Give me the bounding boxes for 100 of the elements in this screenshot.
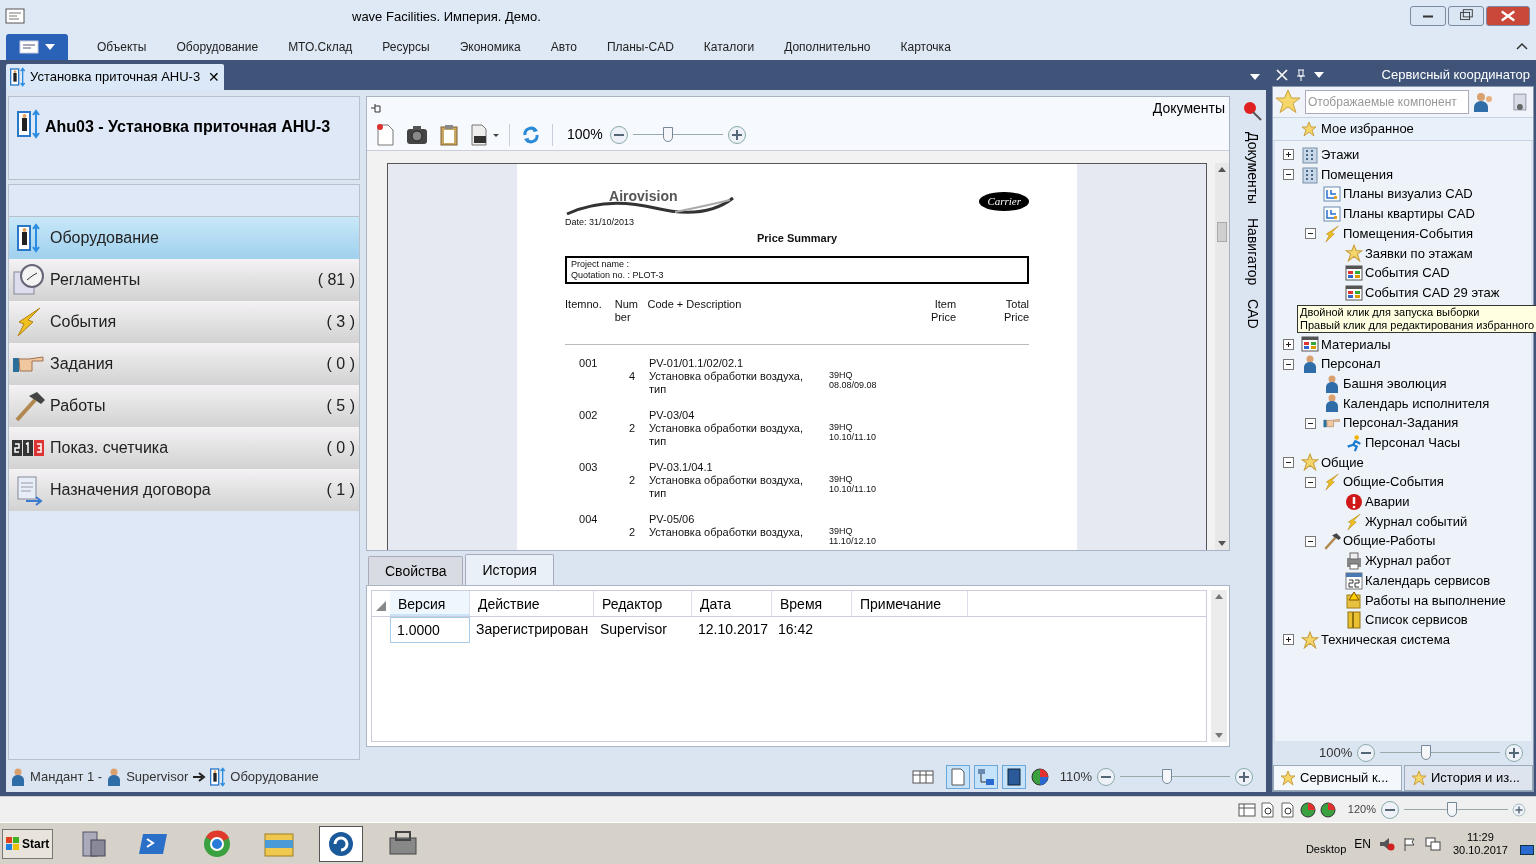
close-tab-button[interactable]: ✕ <box>208 66 221 88</box>
column-header[interactable]: Действие <box>470 591 594 616</box>
tab[interactable]: История <box>465 554 554 585</box>
column-header[interactable]: Время <box>772 591 852 616</box>
menu-item[interactable]: Ресурсы <box>367 38 445 56</box>
scrollbar[interactable] <box>1211 590 1227 742</box>
zoom-out-button[interactable] <box>608 124 629 145</box>
tree-item[interactable]: Планы визуализ CAD <box>1275 184 1531 205</box>
menu-item[interactable]: МТО.Склад <box>273 38 368 56</box>
search-field[interactable]: Отображаемые компонент <box>1305 90 1470 114</box>
collapse-icon[interactable] <box>1305 476 1316 488</box>
tree-item[interactable]: Работы на выполнение <box>1275 590 1531 611</box>
tree-item[interactable]: Персонал <box>1275 354 1531 374</box>
collapse-icon[interactable] <box>1305 228 1316 240</box>
tab[interactable]: История и из... <box>1404 765 1533 791</box>
collapse-icon[interactable] <box>1283 358 1294 370</box>
menu-item[interactable]: Дополнительно <box>769 38 886 56</box>
zoom-slider[interactable] <box>1380 745 1501 761</box>
tree-item[interactable]: Заявки по этажам <box>1275 243 1531 264</box>
start-button[interactable]: Start <box>2 828 54 859</box>
clock[interactable]: 11:29 30.10.2017 <box>1448 830 1512 857</box>
color-wheel-icon[interactable] <box>1029 767 1050 787</box>
tree-item[interactable]: Календарь сервисов <box>1275 570 1531 591</box>
tab[interactable]: Свойства <box>368 556 464 585</box>
zoom-out-button[interactable] <box>1356 743 1377 763</box>
breadcrumb-item[interactable]: Supervisor <box>126 767 189 787</box>
menu-item[interactable]: Каталоги <box>688 38 770 56</box>
column-header[interactable]: Примечание <box>852 591 968 616</box>
zoom-slider[interactable] <box>1120 769 1230 785</box>
tree-item[interactable]: Список сервисов <box>1275 610 1531 630</box>
collapse-ribbon-icon[interactable] <box>1516 42 1528 50</box>
menu-item[interactable]: Объекты <box>82 38 162 56</box>
flag-icon[interactable] <box>1402 836 1417 851</box>
navigation-item[interactable]: Работы ( 5 ) <box>9 385 359 427</box>
zoom-page-icon[interactable] <box>1279 801 1296 818</box>
expand-icon[interactable] <box>1283 338 1294 350</box>
tree-item[interactable]: Планы квартиры CAD <box>1275 204 1531 224</box>
dropdown-icon[interactable] <box>1250 74 1260 80</box>
expand-icon[interactable] <box>1283 634 1294 646</box>
network-icon[interactable] <box>1424 836 1441 851</box>
tree-item[interactable]: Календарь исполнителя <box>1275 393 1531 414</box>
book-view-button[interactable] <box>1001 765 1026 789</box>
table-view-icon[interactable] <box>1237 802 1256 817</box>
dropdown-icon[interactable] <box>1314 72 1324 78</box>
favorites-item[interactable]: Мое избранное <box>1273 117 1533 141</box>
scroll-down-icon[interactable] <box>1214 732 1224 740</box>
slider-thumb[interactable] <box>1447 801 1458 817</box>
application-menu-button[interactable] <box>6 34 68 60</box>
pin-icon[interactable] <box>1241 100 1263 122</box>
show-desktop-button[interactable] <box>1520 844 1534 855</box>
slider-thumb[interactable] <box>1420 745 1431 760</box>
navigation-item[interactable]: Назначения договора ( 1 ) <box>9 469 359 511</box>
scroll-up-icon[interactable] <box>1217 165 1228 173</box>
navigation-item[interactable]: Регламенты ( 81 ) <box>9 259 359 301</box>
collapse-icon[interactable] <box>1305 535 1316 547</box>
desktop-toolbar-label[interactable]: Desktop <box>1305 841 1347 858</box>
pin-icon[interactable] <box>1296 69 1306 81</box>
navigation-item[interactable]: Оборудование <box>9 217 359 259</box>
breadcrumb-item[interactable]: Мандант 1 - <box>30 767 103 787</box>
camera-icon[interactable] <box>405 123 429 146</box>
breadcrumb-item[interactable]: Оборудование <box>230 767 319 787</box>
zoom-in-button[interactable] <box>726 124 747 145</box>
favorites-star-icon[interactable] <box>1275 89 1301 115</box>
table-view-icon[interactable] <box>911 769 934 785</box>
zoom-in-button[interactable] <box>1234 767 1254 787</box>
tree-item[interactable]: Общие-Работы <box>1275 531 1531 552</box>
close-icon[interactable] <box>1276 69 1288 81</box>
tree-item[interactable]: События CAD 29 этаж <box>1275 282 1531 303</box>
taskbar-app-button[interactable] <box>319 825 364 862</box>
color-wheel-icon[interactable] <box>1299 801 1316 818</box>
menu-item[interactable]: Оборудование <box>161 38 274 56</box>
zoom-out-button[interactable] <box>1380 799 1400 820</box>
scanner-dropdown-icon[interactable] <box>469 123 499 146</box>
scrollbar-thumb[interactable] <box>1217 221 1228 242</box>
speaker-muted-icon[interactable] <box>1378 836 1395 851</box>
scroll-up-icon[interactable] <box>1214 592 1224 600</box>
zoom-slider[interactable] <box>632 126 723 143</box>
navigation-item[interactable]: События ( 3 ) <box>9 301 359 343</box>
slider-thumb[interactable] <box>663 126 674 142</box>
navigation-item[interactable]: Показ. счетчика ( 0 ) <box>9 427 359 469</box>
tree-item[interactable]: Техническая система <box>1275 629 1531 650</box>
pin-icon[interactable] <box>371 103 383 113</box>
slider-thumb[interactable] <box>1162 769 1172 784</box>
menu-item[interactable]: Авто <box>535 38 592 56</box>
collapse-icon[interactable] <box>1283 169 1294 181</box>
column-header[interactable]: Версия <box>390 591 470 616</box>
collapse-icon[interactable] <box>1305 417 1316 429</box>
column-header[interactable]: Дата <box>692 591 772 616</box>
menu-item[interactable]: Экономика <box>444 38 536 56</box>
tree-item[interactable]: Материалы <box>1275 334 1531 355</box>
column-header[interactable]: Редактор <box>594 591 692 616</box>
page-view-button[interactable] <box>945 765 970 789</box>
menu-item[interactable]: Планы-CAD <box>591 38 689 56</box>
clipboard-icon[interactable] <box>439 123 459 146</box>
zoom-out-button[interactable] <box>1096 767 1116 787</box>
new-document-icon[interactable] <box>375 123 395 146</box>
tree-item[interactable]: Этажи <box>1275 145 1531 165</box>
navigation-item[interactable]: Задания ( 0 ) <box>9 343 359 385</box>
expand-icon[interactable] <box>1283 149 1294 161</box>
tree-item[interactable]: Персонал Часы <box>1275 432 1531 453</box>
